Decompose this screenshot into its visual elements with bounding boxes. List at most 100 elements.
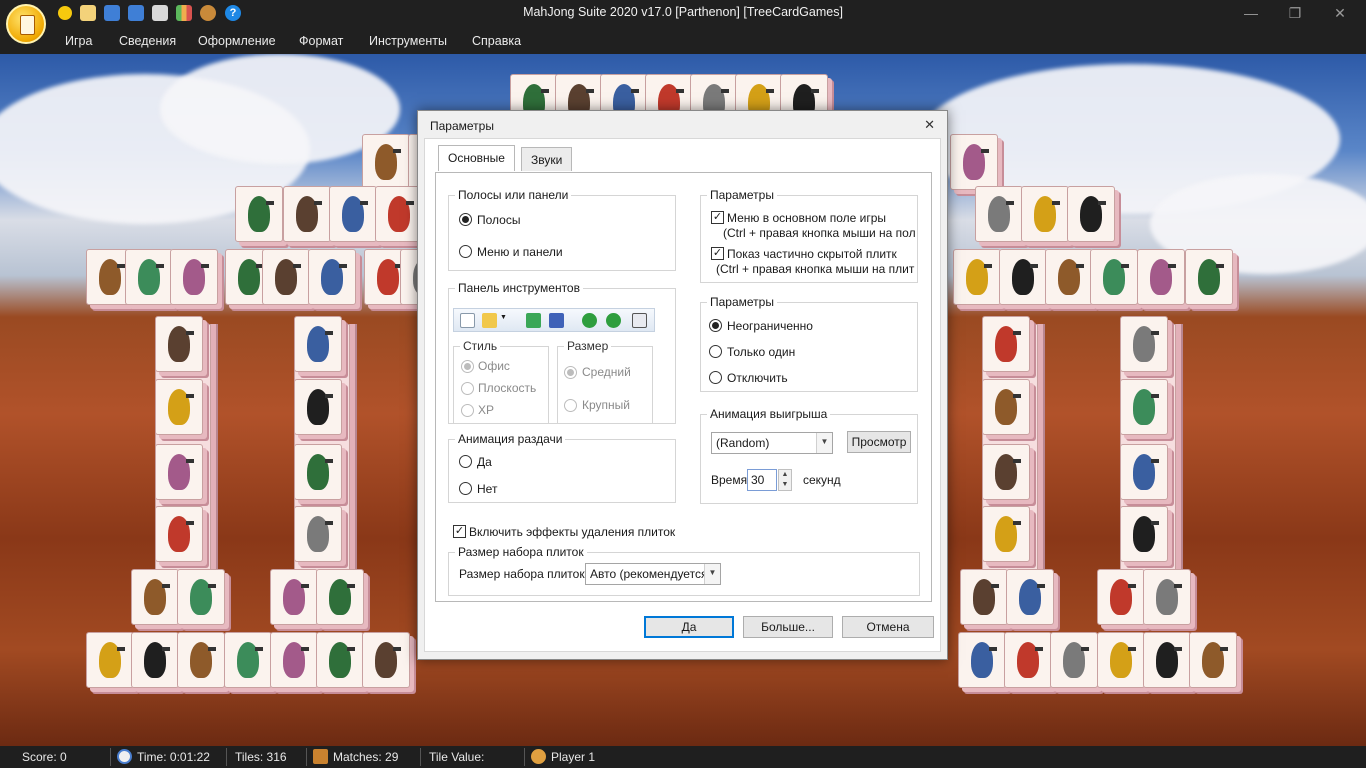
menu-info[interactable]: Сведения	[119, 34, 176, 48]
radio-xp[interactable]	[461, 404, 474, 417]
dialog-close-icon[interactable]: ✕	[924, 117, 935, 133]
time-input[interactable]: 30	[747, 469, 777, 491]
radio-office[interactable]	[461, 360, 474, 373]
mahjong-tile[interactable]	[235, 186, 283, 242]
radio-menu-panels[interactable]	[459, 245, 472, 258]
tab-general[interactable]: Основные	[438, 145, 515, 171]
mahjong-tile[interactable]	[1185, 249, 1233, 305]
cancel-button[interactable]: Отмена	[842, 616, 934, 638]
minimize-button[interactable]: —	[1241, 4, 1261, 22]
mahjong-tile[interactable]	[982, 506, 1030, 562]
mahjong-tile[interactable]	[1097, 632, 1145, 688]
mahjong-tile[interactable]	[1067, 186, 1115, 242]
mahjong-tile[interactable]	[316, 569, 364, 625]
mahjong-tile[interactable]	[1021, 186, 1069, 242]
mahjong-tile[interactable]	[270, 632, 318, 688]
mahjong-tile[interactable]	[294, 316, 342, 372]
tileset-select-value: Авто (рекомендуется	[590, 567, 708, 581]
tileset-select[interactable]: Авто (рекомендуется ▼	[585, 563, 721, 585]
mahjong-tile[interactable]	[1120, 444, 1168, 500]
mahjong-tile[interactable]	[953, 249, 1001, 305]
radio-unlimited[interactable]	[709, 319, 722, 332]
mahjong-tile[interactable]	[1097, 569, 1145, 625]
time-stepper[interactable]: ▲ ▼	[778, 469, 792, 491]
mahjong-tile[interactable]	[125, 249, 173, 305]
mahjong-tile[interactable]	[1050, 632, 1098, 688]
mahjong-tile[interactable]	[329, 186, 377, 242]
tab-sounds[interactable]: Звуки	[521, 147, 573, 171]
restore-button[interactable]: ❐	[1285, 4, 1305, 22]
partial-tile-checkbox[interactable]: ✓	[711, 247, 724, 260]
mahjong-tile[interactable]	[1120, 379, 1168, 435]
beak-icon	[325, 394, 333, 398]
mahjong-tile[interactable]	[294, 379, 342, 435]
mahjong-tile[interactable]	[177, 632, 225, 688]
radio-only-one[interactable]	[709, 345, 722, 358]
mahjong-tile[interactable]	[131, 569, 179, 625]
mahjong-tile[interactable]	[1120, 316, 1168, 372]
mahjong-tile[interactable]	[316, 632, 364, 688]
radio-medium[interactable]	[564, 366, 577, 379]
mahjong-tile[interactable]	[155, 379, 203, 435]
mahjong-tile[interactable]	[1143, 632, 1191, 688]
mahjong-tile[interactable]	[1143, 569, 1191, 625]
mahjong-tile[interactable]	[1090, 249, 1138, 305]
mahjong-tile[interactable]	[1004, 632, 1052, 688]
radio-disable[interactable]	[709, 371, 722, 384]
mahjong-tile[interactable]	[308, 249, 356, 305]
radio-bars[interactable]	[459, 213, 472, 226]
mahjong-tile[interactable]	[375, 186, 423, 242]
mahjong-tile[interactable]	[975, 186, 1023, 242]
mahjong-tile[interactable]	[131, 632, 179, 688]
app-logo-icon[interactable]	[6, 4, 46, 44]
menu-appearance[interactable]: Оформление	[198, 34, 276, 48]
mahjong-tile[interactable]	[262, 249, 310, 305]
mahjong-tile[interactable]	[1006, 569, 1054, 625]
mahjong-tile[interactable]	[155, 444, 203, 500]
menu-help[interactable]: Справка	[472, 34, 521, 48]
mahjong-tile[interactable]	[1189, 632, 1237, 688]
mahjong-tile[interactable]	[999, 249, 1047, 305]
radio-large[interactable]	[564, 399, 577, 412]
beak-icon	[1037, 584, 1045, 588]
mahjong-tile[interactable]	[224, 632, 272, 688]
menu-format[interactable]: Формат	[299, 34, 343, 48]
menu-tools[interactable]: Инструменты	[369, 34, 447, 48]
radio-deal-no[interactable]	[459, 482, 472, 495]
mahjong-tile[interactable]	[283, 186, 331, 242]
menu-game[interactable]: Игра	[65, 34, 92, 48]
mahjong-tile[interactable]	[155, 316, 203, 372]
mahjong-tile[interactable]	[155, 506, 203, 562]
mahjong-tile[interactable]	[1120, 506, 1168, 562]
win-animation-select[interactable]: (Random) ▼	[711, 432, 833, 454]
mahjong-tile[interactable]	[86, 632, 134, 688]
mahjong-tile[interactable]	[362, 134, 410, 190]
close-button[interactable]: ✕	[1330, 4, 1350, 22]
ok-button[interactable]: Да	[644, 616, 734, 638]
beak-icon	[406, 201, 414, 205]
mahjong-tile[interactable]	[170, 249, 218, 305]
radio-flat[interactable]	[461, 382, 474, 395]
beak-icon	[721, 89, 729, 93]
mahjong-tile[interactable]	[294, 444, 342, 500]
preview-button[interactable]: Просмотр	[847, 431, 911, 453]
mahjong-tile[interactable]	[982, 444, 1030, 500]
mahjong-tile[interactable]	[362, 632, 410, 688]
beak-icon	[1035, 647, 1043, 651]
more-button[interactable]: Больше...	[743, 616, 833, 638]
mahjong-tile[interactable]	[294, 506, 342, 562]
mahjong-tile[interactable]	[982, 316, 1030, 372]
mahjong-tile[interactable]	[958, 632, 1006, 688]
mahjong-tile[interactable]	[1137, 249, 1185, 305]
removal-effects-checkbox[interactable]: ✓	[453, 525, 466, 538]
mahjong-tile[interactable]	[1045, 249, 1093, 305]
menu-in-field-checkbox[interactable]: ✓	[711, 211, 724, 224]
mahjong-tile[interactable]	[960, 569, 1008, 625]
mahjong-tile[interactable]	[270, 569, 318, 625]
beak-icon	[339, 264, 347, 268]
radio-deal-yes[interactable]	[459, 455, 472, 468]
beak-icon	[186, 331, 194, 335]
mahjong-tile[interactable]	[177, 569, 225, 625]
mahjong-tile[interactable]	[982, 379, 1030, 435]
mahjong-tile[interactable]	[950, 134, 998, 190]
